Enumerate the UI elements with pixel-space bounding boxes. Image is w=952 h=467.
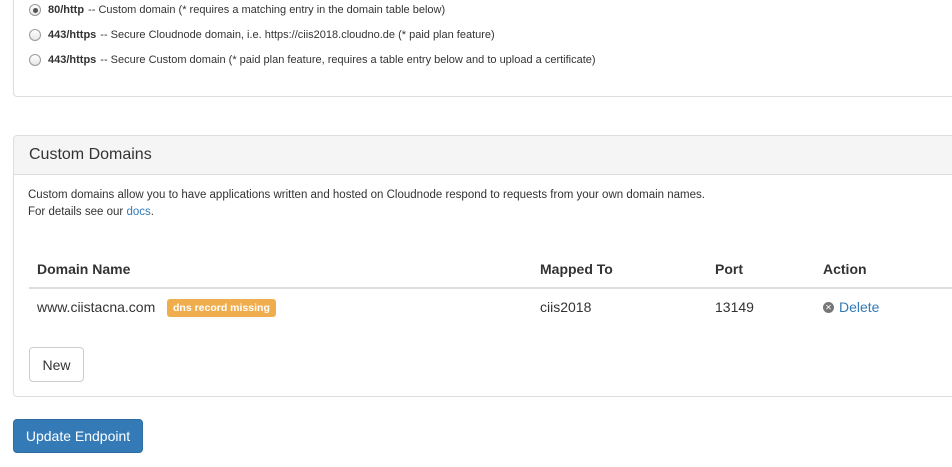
radio-https-custom[interactable] bbox=[29, 54, 41, 66]
domain-name-cell: www.ciistacna.com bbox=[37, 299, 156, 315]
radio-https-cloudnode[interactable] bbox=[29, 29, 41, 41]
panel-title: Custom Domains bbox=[14, 136, 952, 175]
description-line-2: For details see our docs. bbox=[28, 206, 154, 218]
endpoint-option-https-custom[interactable]: 443/https -- Secure Custom domain (* pai… bbox=[29, 51, 596, 69]
description-suffix: . bbox=[150, 206, 154, 218]
endpoint-option-https-cloudnode[interactable]: 443/https -- Secure Cloudnode domain, i.… bbox=[29, 26, 495, 44]
column-header-port: Port bbox=[715, 261, 743, 277]
option-port-label: 443/https bbox=[48, 54, 97, 66]
column-header-mapped-to: Mapped To bbox=[540, 261, 613, 277]
custom-domains-panel: Custom Domains Custom domains allow you … bbox=[13, 135, 952, 397]
update-endpoint-button[interactable]: Update Endpoint bbox=[13, 419, 143, 453]
dns-status-badge: dns record missing bbox=[167, 299, 276, 317]
option-port-label: 80/http bbox=[48, 4, 85, 16]
description-line-1: Custom domains allow you to have applica… bbox=[28, 189, 705, 201]
delete-action[interactable]: ✕ Delete bbox=[823, 299, 879, 315]
description-prefix: For details see our bbox=[28, 206, 127, 218]
mapped-to-cell: ciis2018 bbox=[540, 299, 592, 315]
option-description: -- Secure Custom domain (* paid plan fea… bbox=[100, 54, 596, 66]
delete-link[interactable]: Delete bbox=[839, 299, 879, 315]
remove-circle-icon[interactable]: ✕ bbox=[823, 301, 834, 313]
port-cell: 13149 bbox=[715, 299, 754, 315]
option-description: -- Secure Cloudnode domain, i.e. https:/… bbox=[100, 29, 495, 41]
new-domain-button[interactable]: New bbox=[29, 347, 84, 382]
radio-http[interactable] bbox=[29, 4, 41, 16]
endpoint-option-http[interactable]: 80/http -- Custom domain (* requires a m… bbox=[29, 1, 445, 19]
column-header-action: Action bbox=[823, 261, 867, 277]
column-header-domain-name: Domain Name bbox=[37, 261, 131, 277]
docs-link[interactable]: docs bbox=[126, 206, 150, 218]
option-port-label: 443/https bbox=[48, 29, 97, 41]
table-header-divider bbox=[29, 287, 952, 289]
option-description: -- Custom domain (* requires a matching … bbox=[88, 4, 446, 16]
